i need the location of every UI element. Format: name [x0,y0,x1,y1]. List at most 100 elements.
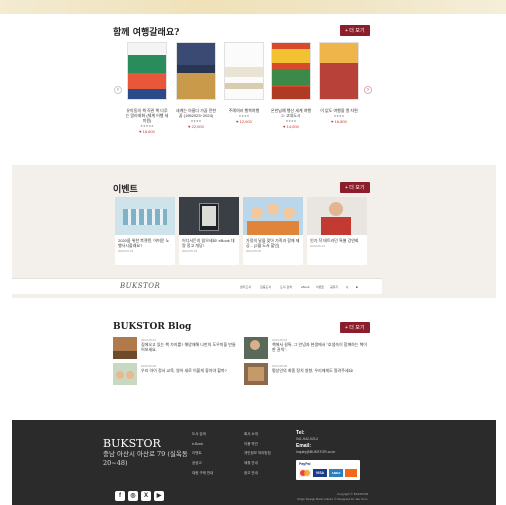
mini-nav-item[interactable]: 도서 검색 [280,285,292,289]
mastercard-icon [299,469,311,477]
mini-nav-item[interactable]: 팔리고서 [240,285,251,289]
facebook-icon[interactable]: f [115,491,125,501]
book-price: ♥ 16,600 [139,129,155,134]
credit-text: Origin Design Book Culture © Designed fo… [297,497,368,501]
post-thumbnail [113,337,137,359]
search-icon[interactable]: Q [346,285,348,289]
footer-tel-label: Tel: [296,430,305,436]
book-rating: ★★★★ [190,119,202,123]
footer-link[interactable]: 도서 검색 [192,432,206,437]
blog-section: BUKSTOR Blog + 더 보기 2023.05.01 집에오고 있는 책… [12,305,496,417]
footer-address: 충남 아산시 아산로 79 (실옥동 20~48) [103,450,188,467]
mini-nav-item[interactable]: 이벤트 [316,285,324,289]
book-rating: ★★★★★ [140,124,154,128]
footer-tel-value: 041-542-0214 [296,437,318,441]
post-title: 우리 아이 정서 교육, 영어 새로 이붙게 좋아야 할까? [141,368,227,373]
mini-header-bar: BUKSTOR 팔리고서 집중도서 도서 검색 eBook 이벤트 공유기 Q … [12,278,382,294]
footer-link[interactable]: 광고 안내 [244,471,258,476]
book-card[interactable]: 세계는 아름다 가끔 전한 꿈 (1952023~2024) ★★★★ ♥ 22… [174,42,218,129]
mini-nav-item[interactable]: eBook [301,285,310,289]
books-prev-button[interactable]: ‹ [114,86,122,94]
footer-brand: BUKSTOR [103,437,161,450]
discover-icon [345,469,357,477]
event-title: 가정의 달을 맞아 가족과 함께 제공... [2월 도서 할인] [246,238,300,248]
book-rating: ★★★★ [285,119,297,123]
footer-link[interactable]: 이용 약관 [244,442,258,447]
footer-link[interactable]: 대량 구매 안내 [192,471,213,476]
instagram-icon[interactable]: ◎ [128,491,138,501]
footer-link[interactable]: 제휴 안내 [244,461,258,466]
event-date: 2023.03.19 [118,249,134,253]
blog-post[interactable]: 2023.05.06 우리 아이 정서 교육, 영어 새로 이붙게 좋아야 할까… [113,363,243,387]
event-date: 2023.05.06 [246,249,262,253]
books-next-button[interactable]: › [364,86,372,94]
blog-post[interactable]: 2023.05.04 책에서 걸특, 그 안녕과 현생에서 "호생속이 함께하는… [244,337,374,361]
book-card[interactable]: 주례여러 행복여행 ★★★★ ♥ 12,000 [222,42,266,124]
blog-more-button[interactable]: + 더 보기 [340,322,370,333]
event-card[interactable]: 어디서든지 읽으세요! eBook 대량 정고 개당! 2023.05.16 [179,197,239,265]
x-icon[interactable]: X [141,491,151,501]
book-title: 유아동의 책 직관 책 다루는 망라회화 (체계 어행 세미원) [125,108,169,123]
books-section-title: 함께 여행갈래요? [113,28,180,38]
mini-nav-item[interactable]: 공유기 [330,285,338,289]
blog-section-title: BUKSTOR Blog [113,322,192,332]
book-rating: ★★★★ [238,114,250,118]
post-title: 평상인의 최종 정치 영향, 우리에게도 알려주세요! [272,368,354,373]
book-price: ♥ 12,000 [236,119,252,124]
event-date: 2023.06.21 [310,244,326,248]
top-banner-strip [0,0,506,14]
mini-logo[interactable]: BUKSTOR [120,282,160,290]
event-title: 2020을 위한 북큐텐, 어떠운 노 행사시할래요? [118,238,170,248]
footer-link[interactable]: 공공고 [192,461,202,466]
book-rating: ★★★★ [333,114,345,118]
mini-nav-item[interactable]: 집중도서 [260,285,271,289]
post-thumbnail [113,363,137,385]
events-section-title: 이벤트 [113,185,138,195]
event-card[interactable]: 가정의 달을 맞아 가족과 함께 제공... [2월 도서 할인] 2023.0… [243,197,303,265]
footer-link[interactable]: 회사 소개 [244,432,258,437]
event-image [115,197,175,235]
book-cover [127,42,167,100]
blog-post[interactable]: 2023.05.01 집에오고 있는 책 가지를? 해양재해 나만의 도우미을 … [113,337,243,361]
book-title: 이 없도 여행을 열 자편 [320,108,358,113]
youtube-icon[interactable]: ▶ [154,491,164,501]
book-cover [224,42,264,100]
paypal-icon: PayPal [299,462,311,466]
visa-icon: VISA [313,469,327,477]
book-cover [319,42,359,100]
post-title: 집에오고 있는 책 가지를? 해양재해 나만의 도우미을 만들어보세요. [141,342,236,352]
book-price: ♥ 16,800 [331,119,347,124]
book-cover [271,42,311,100]
book-price: ♥ 14,000 [283,124,299,129]
footer-link[interactable]: e-Book [192,442,203,446]
footer-link[interactable]: 이벤트 [192,451,202,456]
event-title: 어디서든지 읽으세요! eBook 대량 정고 개당! [182,238,235,248]
event-title: 인기 작 테트라던 특별 강연회 [310,238,359,243]
event-image [307,197,367,235]
book-title: 세계는 아름다 가끔 전한 꿈 (1952023~2024) [175,108,217,118]
books-section: 함께 여행갈래요? + 더 보기 ‹ › 유아동의 책 직관 책 다루는 망라회… [12,14,496,164]
book-card[interactable]: 이 없도 여행을 열 자편 ★★★★ ♥ 16,800 [317,42,361,124]
event-image [243,197,303,235]
book-cover [176,42,216,100]
book-title: 주례여러 행복여행 [228,108,260,113]
book-card[interactable]: 유아동의 책 직관 책 다루는 망라회화 (체계 어행 세미원) ★★★★★ ♥… [125,42,169,134]
payment-methods: PayPal VISA AMEX [296,460,360,480]
books-more-button[interactable]: + 더 보기 [340,25,370,36]
footer-email-label: Email: [296,443,312,449]
post-thumbnail [244,363,268,385]
book-card[interactable]: 온한남예 행산 세계 여행 2: 고대도시 ★★★★ ♥ 14,000 [269,42,313,129]
event-card[interactable]: 2020을 위한 북큐텐, 어떠운 노 행사시할래요? 2023.03.19 [115,197,175,265]
book-price: ♥ 22,000 [188,124,204,129]
footer-link[interactable]: 개인정보 처리방침 [244,451,271,456]
book-title: 온한남예 행산 세계 여행 2: 고대도시 [270,108,312,118]
amex-icon: AMEX [329,469,343,477]
events-more-button[interactable]: + 더 보기 [340,182,370,193]
footer-email-value[interactable]: inquiry@BUKSTOR.co.kr [296,450,335,454]
cart-icon[interactable]: ■ [356,285,358,289]
event-date: 2023.05.16 [182,249,198,253]
event-card[interactable]: 인기 작 테트라던 특별 강연회 2023.06.21 [307,197,367,265]
post-title: 책에서 걸특, 그 안녕과 현생에서 "호생속이 함께하는 책이 한 권씩". [272,342,367,352]
blog-post[interactable]: 2023.05.08 평상인의 최종 정치 영향, 우리에게도 알려주세요! [244,363,374,387]
event-image [179,197,239,235]
